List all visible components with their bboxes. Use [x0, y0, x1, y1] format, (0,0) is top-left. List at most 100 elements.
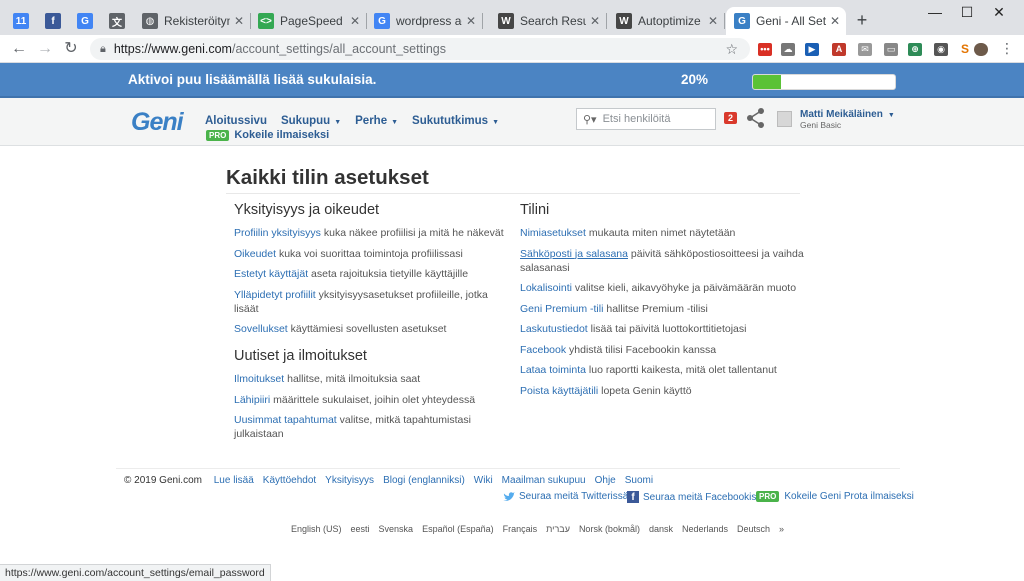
- pro-trial-link[interactable]: Kokeile ilmaiseksi: [234, 129, 329, 141]
- tab-2[interactable]: G: [70, 7, 100, 35]
- settings-description: hallitse Premium -tilisi: [606, 302, 708, 315]
- settings-description: käyttämiesi sovellusten asetukset: [290, 323, 447, 335]
- settings-link[interactable]: Ilmoitukset: [234, 373, 284, 385]
- extension-green-icon[interactable]: ⊕: [908, 43, 922, 56]
- back-icon[interactable]: ←: [8, 39, 30, 59]
- language-link[interactable]: Svenska: [379, 524, 414, 534]
- pro-footer[interactable]: PRO Kokeile Geni Prota ilmaiseksi: [756, 491, 914, 502]
- tab-6[interactable]: Gwordpress add ✕: [366, 7, 482, 35]
- tab-9[interactable]: G Geni - All Settin ✕: [726, 7, 846, 35]
- extension-window-icon[interactable]: ▭: [884, 43, 898, 56]
- settings-link[interactable]: Geni Premium -tili: [520, 303, 603, 315]
- nav-family-tree[interactable]: Sukupuu ▼: [281, 115, 341, 127]
- language-link[interactable]: »: [779, 524, 784, 534]
- close-tab-icon[interactable]: ✕: [590, 14, 600, 28]
- wordpress-icon: W: [616, 13, 632, 29]
- footer-link[interactable]: Maailman sukupuu: [502, 475, 586, 486]
- tab-5[interactable]: <> PageSpeed Insi ✕: [250, 7, 366, 35]
- settings-link[interactable]: Facebook: [520, 344, 566, 356]
- facebook-follow[interactable]: f Seuraa meitä Facebookissa: [627, 491, 767, 503]
- close-tab-icon[interactable]: ✕: [234, 14, 244, 28]
- search-input[interactable]: [602, 113, 703, 125]
- language-link[interactable]: Français: [503, 524, 538, 534]
- tab-separator: [724, 13, 725, 29]
- settings-link[interactable]: Uusimmat tapahtumat: [234, 414, 337, 426]
- close-tab-icon[interactable]: ✕: [466, 14, 476, 28]
- notification-badge[interactable]: 2: [724, 112, 738, 124]
- user-avatar[interactable]: [777, 111, 792, 127]
- settings-row: Sähköposti ja salasana päivitä sähköpost…: [520, 247, 810, 275]
- minimize-icon[interactable]: —: [920, 4, 950, 20]
- bookmark-star-icon[interactable]: ☆: [725, 41, 738, 58]
- close-tab-icon[interactable]: ✕: [350, 14, 360, 28]
- new-tab-button[interactable]: +: [852, 10, 872, 31]
- extension-play-icon[interactable]: ▶: [805, 43, 819, 56]
- settings-link[interactable]: Sähköposti ja salasana: [520, 248, 628, 260]
- settings-row: Profiilin yksityisyys kuka näkee profiil…: [234, 226, 514, 240]
- tab-3[interactable]: 文: [102, 7, 132, 35]
- close-tab-icon[interactable]: ✕: [708, 14, 718, 28]
- address-bar[interactable]: 🔒︎ https://www.geni.com/account_settings…: [90, 38, 750, 60]
- footer-link[interactable]: Wiki: [474, 475, 493, 486]
- tab-7[interactable]: W Search Results ✕: [490, 7, 606, 35]
- footer-link[interactable]: Suomi: [625, 475, 653, 486]
- twitter-follow[interactable]: Seuraa meitä Twitterissä: [503, 491, 628, 502]
- settings-link[interactable]: Ylläpidetyt profiilit: [234, 289, 316, 301]
- settings-link[interactable]: Nimiasetukset: [520, 227, 586, 239]
- settings-description: valitse kieli, aikavyöhyke ja päivämäärä…: [574, 282, 797, 294]
- footer-link[interactable]: Lue lisää: [214, 475, 254, 486]
- footer-link[interactable]: Ohje: [595, 475, 616, 486]
- tab-8[interactable]: W Autoptimize – W ✕: [608, 7, 724, 35]
- footer-link[interactable]: Blogi (englanniksi): [383, 475, 465, 486]
- pro-trial[interactable]: PRO Kokeile ilmaiseksi: [206, 129, 329, 141]
- settings-link[interactable]: Lataa toiminta: [520, 364, 586, 376]
- reload-icon[interactable]: ↻: [60, 39, 82, 59]
- tab-title: Autoptimize – W: [638, 14, 704, 28]
- settings-link[interactable]: Sovellukset: [234, 323, 288, 335]
- settings-link[interactable]: Lähipiiri: [234, 394, 270, 406]
- forward-icon[interactable]: →: [34, 39, 56, 59]
- language-link[interactable]: eesti: [351, 524, 370, 534]
- browser-menu-icon[interactable]: ⋮: [1000, 40, 1014, 57]
- tab-0[interactable]: 11: [6, 7, 36, 35]
- tab-4[interactable]: ◍ Rekisteröitymi ✕: [134, 7, 250, 35]
- settings-description: mukauta miten nimet näytetään: [588, 227, 736, 239]
- settings-link[interactable]: Lokalisointi: [520, 282, 572, 294]
- user-plan: Geni Basic: [800, 120, 842, 130]
- settings-link[interactable]: Profiilin yksityisyys: [234, 227, 321, 239]
- search-icon[interactable]: ⚲▾: [583, 113, 597, 126]
- extension-cloud-icon[interactable]: ☁: [781, 43, 795, 56]
- language-link[interactable]: Español (España): [422, 524, 494, 534]
- tab-1[interactable]: f: [38, 7, 68, 35]
- geni-icon: G: [734, 13, 750, 29]
- share-icon[interactable]: [746, 107, 766, 129]
- extension-mail-icon[interactable]: ✉: [858, 43, 872, 56]
- geni-logo[interactable]: Geni: [131, 108, 184, 137]
- settings-link[interactable]: Oikeudet: [234, 248, 276, 260]
- language-link[interactable]: English (US): [291, 524, 342, 534]
- settings-link[interactable]: Estetyt käyttäjät: [234, 268, 308, 280]
- settings-link[interactable]: Laskutustiedot: [520, 323, 588, 335]
- extension-lastpass-icon[interactable]: •••: [758, 43, 772, 56]
- nav-family[interactable]: Perhe ▼: [355, 115, 398, 127]
- language-link[interactable]: dansk: [649, 524, 673, 534]
- close-window-icon[interactable]: ✕: [984, 4, 1014, 21]
- extension-pdf-icon[interactable]: A: [832, 43, 846, 56]
- language-link[interactable]: Norsk (bokmål): [579, 524, 640, 534]
- language-link[interactable]: Deutsch: [737, 524, 770, 534]
- close-tab-icon[interactable]: ✕: [830, 14, 840, 28]
- nav-home[interactable]: Aloitussivu: [205, 115, 267, 127]
- footer-link[interactable]: Yksityisyys: [325, 475, 374, 486]
- profile-avatar-icon[interactable]: [974, 43, 988, 56]
- footer-link[interactable]: Käyttöehdot: [263, 475, 316, 486]
- language-link[interactable]: Nederlands: [682, 524, 728, 534]
- globe-icon: ◍: [142, 13, 158, 29]
- user-menu[interactable]: Matti Meikäläinen ▼: [800, 109, 895, 120]
- extension-s-icon[interactable]: S: [958, 43, 972, 56]
- language-link[interactable]: עברית: [546, 524, 570, 534]
- extension-eye-icon[interactable]: ◉: [934, 43, 948, 56]
- maximize-icon[interactable]: ☐: [952, 4, 982, 21]
- section-heading: Yksityisyys ja oikeudet: [234, 202, 380, 218]
- nav-genealogy[interactable]: Sukututkimus ▼: [412, 115, 499, 127]
- settings-link[interactable]: Poista käyttäjätili: [520, 385, 598, 397]
